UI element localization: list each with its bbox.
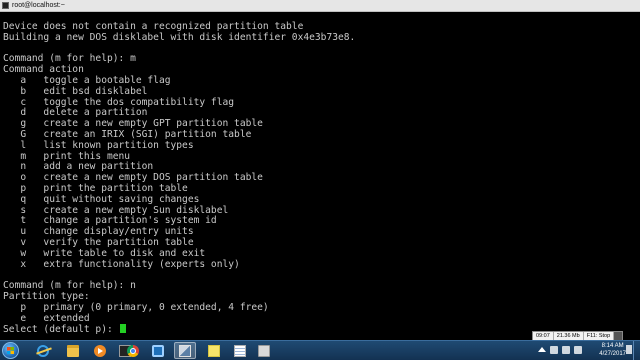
terminal-line-text: v verify the partition table [3,236,194,248]
terminal-line-text: o create a new empty DOS partition table [3,172,263,184]
terminal-line-text: g create a new empty GPT partition table [3,118,263,130]
taskbar: 8:14 AM 4/27/2017 [0,340,640,360]
terminal-line-text: c toggle the dos compatibility flag [3,96,235,108]
terminal-line-text: s create a new empty Sun disklabel [3,204,229,216]
terminal-line-text: w write table to disk and exit [3,247,206,259]
terminal-screen[interactable]: Device does not contain a recognized par… [0,12,640,340]
stop-icon[interactable] [614,332,623,340]
terminal-cursor [119,324,126,334]
terminal-line-text: b edit bsd disklabel [3,85,148,97]
show-desktop-button[interactable] [633,341,640,360]
putty-icon [179,344,191,357]
file-explorer-icon [67,344,79,357]
taskbar-printer[interactable] [253,342,275,359]
taskbar-internet-explorer[interactable] [32,342,54,359]
internet-explorer-icon [37,344,49,357]
terminal-line-text: Command (m for help): n [3,280,136,292]
clock-date: 4/27/2017 [599,351,626,357]
terminal-line-text: G create an IRIX (SGI) partition table [3,128,252,140]
taskbar-media-player[interactable] [89,342,111,359]
show-hidden-icons-icon[interactable] [538,347,546,352]
window-title: root@localhost:~ [12,2,65,9]
terminal-line-text: x extra functionality (experts only) [3,258,240,270]
recording-time: 09:07 [533,332,554,340]
network-icon[interactable] [562,346,570,354]
taskbar-sticky-notes[interactable] [203,342,225,359]
terminal-line-text: Command action [3,64,84,76]
taskbar-file-explorer[interactable] [62,342,84,359]
terminal-line-text: d delete a partition [3,107,148,119]
terminal-line-text: Command (m for help): m [3,53,136,65]
terminal-output: Device does not contain a recognized par… [3,21,356,335]
terminal-line-text: l list known partition types [3,139,194,151]
start-button[interactable] [2,342,19,359]
terminal-line: Building a new DOS disklabel with disk i… [3,31,356,44]
terminal-line-text: u change display/entry units [3,226,194,238]
system-tray: 8:14 AM 4/27/2017 [536,341,640,360]
taskbar-notepad[interactable] [229,342,251,359]
terminal-line-text: q quit without saving changes [3,193,200,205]
notepad-icon [234,344,246,357]
printer-icon [258,344,270,357]
chrome-icon [127,344,139,357]
clock[interactable]: 8:14 AM 4/27/2017 [599,342,626,358]
terminal-line: Select (default p): [3,324,355,335]
terminal-line-text: m print this menu [3,150,131,162]
volume-icon[interactable] [574,346,582,354]
terminal-line-text: Building a new DOS disklabel with disk i… [3,31,356,43]
action-center-icon[interactable] [550,346,558,354]
terminal-line-text: e extended [3,312,90,324]
taskbar-screen-capture[interactable] [147,342,169,359]
putty-icon [2,2,9,9]
recording-size: 21.36 Mb [554,332,584,340]
window-title-bar[interactable]: root@localhost:~ [0,0,640,12]
terminal-line-text: n add a new partition [3,161,154,173]
sticky-notes-icon [208,344,220,357]
terminal-line-text: t change a partition's system id [3,215,217,227]
terminal-line-text: a toggle a bootable flag [3,74,171,86]
notification-flag-icon[interactable] [626,345,632,354]
terminal-line-text: p print the partition table [3,182,188,194]
clock-time: 8:14 AM [601,343,624,349]
stop-hotkey[interactable]: F11: Stop [584,332,615,340]
terminal-line-text: Select (default p): [3,324,119,336]
taskbar-chrome[interactable] [122,342,144,359]
terminal-line: e extended [3,312,355,325]
media-player-icon [94,344,106,357]
terminal-line-text: Partition type: [3,290,90,302]
terminal-line: x extra functionality (experts only) [3,258,355,271]
screen-capture-icon [152,344,164,357]
taskbar-putty[interactable] [174,342,196,359]
terminal-line-text: Device does not contain a recognized par… [3,21,304,32]
terminal-line-text: p primary (0 primary, 0 extended, 4 free… [3,301,269,313]
